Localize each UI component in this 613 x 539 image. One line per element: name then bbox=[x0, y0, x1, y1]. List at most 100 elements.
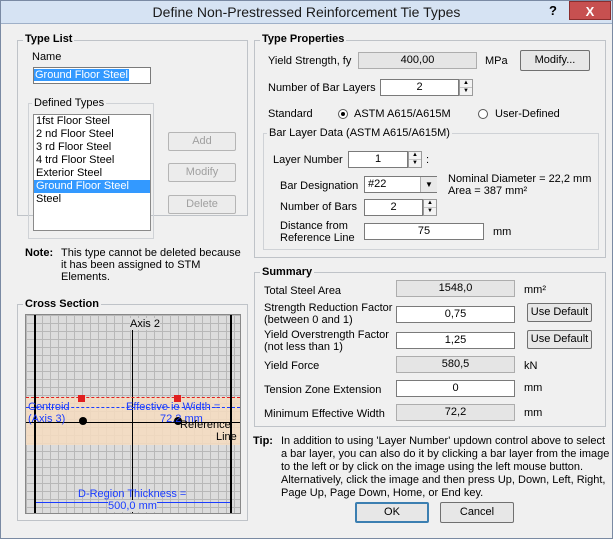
user-defined-radio[interactable] bbox=[478, 109, 488, 119]
spin-up-icon[interactable]: ▲ bbox=[460, 80, 472, 88]
axis2-line bbox=[132, 325, 133, 513]
note-text: Elements. bbox=[61, 271, 110, 283]
yield-overstrength-range: (not less than 1) bbox=[264, 341, 343, 353]
standard-label: Standard bbox=[268, 108, 313, 120]
yield-force-label: Yield Force bbox=[264, 360, 320, 372]
spin-down-icon[interactable]: ▼ bbox=[460, 88, 472, 96]
bar-layer-2-left[interactable] bbox=[79, 417, 87, 425]
list-item[interactable]: Steel bbox=[34, 193, 150, 206]
distance-unit: mm bbox=[493, 226, 512, 238]
tip-line: Alternatively, click the image and then … bbox=[281, 474, 606, 486]
cross-section-title: Cross Section bbox=[23, 298, 101, 310]
spin-up-icon[interactable]: ▲ bbox=[409, 152, 421, 160]
distance-label-line2: Reference Line bbox=[280, 232, 355, 244]
effective-width-label: Effective ie Width = bbox=[126, 401, 221, 413]
nominal-diameter-text: Nominal Diameter = 22,2 mm bbox=[448, 173, 592, 185]
summary-title: Summary bbox=[260, 266, 315, 278]
name-input[interactable]: Ground Floor Steel bbox=[33, 67, 151, 84]
yield-overstrength-input[interactable]: 1,25 bbox=[396, 332, 515, 349]
area-text: Area = 387 mm² bbox=[448, 185, 528, 197]
cross-section-canvas[interactable]: Axis 2 Centroid (Axis 3) Effective ie Wi… bbox=[25, 314, 241, 514]
bar-designation-value: #22 bbox=[368, 178, 387, 190]
zone-top-line bbox=[26, 397, 240, 398]
tip-line: a bar layer, you can also do it by click… bbox=[281, 448, 610, 460]
yield-strength-value: 400,00 bbox=[358, 52, 477, 69]
list-item[interactable]: Exterior Steel bbox=[34, 167, 150, 180]
close-button[interactable]: X bbox=[569, 1, 611, 20]
layer-number-spinner[interactable]: ▲ ▼ bbox=[408, 151, 422, 168]
chevron-down-icon[interactable]: ▼ bbox=[420, 177, 437, 192]
list-item-selected[interactable]: Ground Floor Steel bbox=[34, 180, 150, 193]
user-defined-radio-label[interactable]: User-Defined bbox=[495, 108, 560, 120]
total-steel-area-label: Total Steel Area bbox=[264, 285, 342, 297]
window-title: Define Non-Prestressed Reinforcement Tie… bbox=[152, 4, 461, 20]
total-steel-area-unit: mm² bbox=[524, 284, 546, 296]
spin-down-icon[interactable]: ▼ bbox=[409, 160, 421, 168]
tip-line: In addition to using 'Layer Number' updo… bbox=[281, 435, 606, 447]
tension-zone-unit: mm bbox=[524, 382, 543, 394]
modify-yield-button[interactable]: Modify... bbox=[520, 50, 590, 71]
list-item[interactable]: 1fst Floor Steel bbox=[34, 115, 150, 128]
centroid-label: Centroid bbox=[28, 401, 70, 413]
title-bar[interactable]: Define Non-Prestressed Reinforcement Tie… bbox=[1, 1, 612, 24]
total-steel-area-value: 1548,0 bbox=[396, 280, 515, 297]
bar-designation-select[interactable]: #22 ▼ bbox=[364, 176, 437, 193]
strength-reduction-range: (between 0 and 1) bbox=[264, 314, 353, 326]
modify-type-button[interactable]: Modify bbox=[168, 163, 236, 182]
tension-zone-input[interactable]: 0 bbox=[396, 380, 515, 397]
thickness-label: D-Region Thickness = bbox=[78, 488, 187, 500]
min-effective-width-label: Minimum Effective Width bbox=[264, 408, 385, 420]
dialog-window: Define Non-Prestressed Reinforcement Tie… bbox=[0, 0, 613, 539]
yield-overstrength-label: Yield Overstrength Factor bbox=[264, 329, 389, 341]
defined-types-listbox[interactable]: 1fst Floor Steel 2 nd Floor Steel 3 rd F… bbox=[33, 114, 151, 231]
bar-layer-1-left[interactable] bbox=[78, 395, 85, 402]
cancel-button[interactable]: Cancel bbox=[440, 502, 514, 523]
min-effective-width-unit: mm bbox=[524, 407, 543, 419]
list-item[interactable]: 4 trd Floor Steel bbox=[34, 154, 150, 167]
bar-layers-label: Number of Bar Layers bbox=[268, 82, 376, 94]
axis2-label: Axis 2 bbox=[130, 318, 160, 330]
bar-designation-label: Bar Designation bbox=[280, 180, 359, 192]
layer-number-label: Layer Number bbox=[273, 154, 343, 166]
layer-number-colon: : bbox=[426, 154, 430, 166]
type-properties-title: Type Properties bbox=[260, 33, 347, 45]
yield-force-value: 580,5 bbox=[396, 356, 515, 373]
thickness-value: 500,0 mm bbox=[108, 500, 157, 512]
yield-force-unit: kN bbox=[524, 360, 538, 372]
distance-input[interactable]: 75 bbox=[364, 223, 484, 240]
list-item[interactable]: 3 rd Floor Steel bbox=[34, 141, 150, 154]
use-default-srf-button[interactable]: Use Default bbox=[527, 303, 592, 322]
type-list-title: Type List bbox=[23, 33, 75, 45]
name-value: Ground Floor Steel bbox=[34, 69, 129, 81]
bar-layer-data-title: Bar Layer Data (ASTM A615/A615M) bbox=[267, 127, 452, 139]
strength-reduction-input[interactable]: 0,75 bbox=[396, 306, 515, 323]
note-text: it has been assigned to STM bbox=[61, 259, 201, 271]
defined-types-label: Defined Types bbox=[32, 97, 107, 109]
right-boundary-line bbox=[230, 315, 232, 513]
astm-radio[interactable] bbox=[338, 109, 348, 119]
tip-line: Page Up, Page Down, Home, or End key. bbox=[281, 487, 484, 499]
ok-button[interactable]: OK bbox=[355, 502, 429, 523]
yield-strength-label: Yield Strength, fy bbox=[268, 55, 352, 67]
spin-up-icon[interactable]: ▲ bbox=[424, 200, 436, 208]
yield-strength-unit: MPa bbox=[485, 55, 508, 67]
use-default-yof-button[interactable]: Use Default bbox=[527, 330, 592, 349]
note-text: This type cannot be deleted because bbox=[61, 247, 241, 259]
add-button[interactable]: Add bbox=[168, 132, 236, 151]
distance-label: Distance from bbox=[280, 220, 348, 232]
axis3-label: (Axis 3) bbox=[28, 413, 66, 425]
number-bars-spinner[interactable]: ▲ ▼ bbox=[423, 199, 437, 216]
bar-layers-input[interactable]: 2 bbox=[380, 79, 459, 96]
astm-radio-label[interactable]: ASTM A615/A615M bbox=[354, 108, 451, 120]
tip-label: Tip: bbox=[253, 435, 273, 447]
number-bars-label: Number of Bars bbox=[280, 201, 358, 213]
bar-layers-spinner[interactable]: ▲ ▼ bbox=[459, 79, 473, 96]
layer-number-input[interactable]: 1 bbox=[348, 151, 408, 168]
spin-down-icon[interactable]: ▼ bbox=[424, 208, 436, 216]
help-button[interactable]: ? bbox=[541, 2, 565, 20]
number-bars-input[interactable]: 2 bbox=[364, 199, 423, 216]
delete-button[interactable]: Delete bbox=[168, 195, 236, 214]
list-item[interactable]: 2 nd Floor Steel bbox=[34, 128, 150, 141]
min-effective-width-value: 72,2 bbox=[396, 404, 515, 421]
name-label: Name bbox=[32, 51, 62, 63]
